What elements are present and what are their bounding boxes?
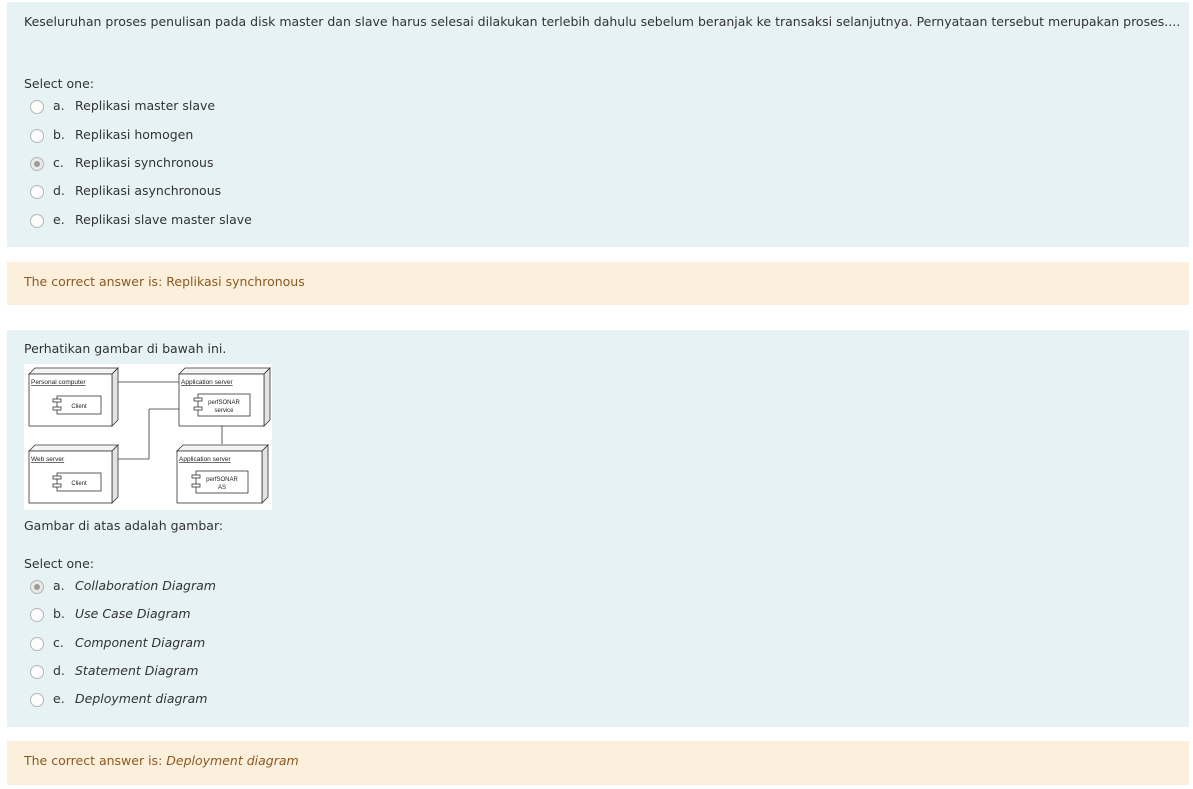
component-label: service	[214, 408, 234, 414]
radio-button[interactable]	[30, 214, 44, 228]
option-label: Statement Diagram	[75, 663, 199, 678]
option-letter: e.	[53, 691, 65, 706]
question-1-option-a[interactable]: a. Replikasi master slave	[30, 98, 430, 118]
radio-button[interactable]	[30, 100, 44, 114]
node-title: Web server	[31, 456, 65, 463]
feedback-answer: Deployment diagram	[166, 753, 299, 768]
option-label: Replikasi asynchronous	[75, 183, 222, 198]
deployment-diagram-image: Personal computer Client Application ser…	[24, 364, 272, 510]
radio-button-checked[interactable]	[30, 580, 44, 594]
option-label: Replikasi master slave	[75, 98, 216, 113]
radio-button[interactable]	[30, 637, 44, 651]
node-title: Application server	[179, 456, 231, 463]
option-label: Collaboration Diagram	[75, 578, 216, 593]
question-1-option-d[interactable]: d. Replikasi asynchronous	[30, 183, 430, 203]
radio-button[interactable]	[30, 665, 44, 679]
option-letter: e.	[53, 212, 65, 227]
option-label: Replikasi synchronous	[75, 155, 214, 170]
component-label: perfSONAR	[208, 400, 240, 406]
radio-button[interactable]	[30, 185, 44, 199]
question-1-text: Keseluruhan proses penulisan pada disk m…	[24, 14, 1181, 29]
radio-button-checked[interactable]	[30, 157, 44, 171]
option-label: Deployment diagram	[75, 691, 208, 706]
node-title: Application server	[181, 379, 233, 386]
option-label: Replikasi homogen	[75, 127, 194, 142]
question-2-option-e[interactable]: e. Deployment diagram	[30, 691, 430, 711]
option-letter: a.	[53, 578, 65, 593]
radio-button[interactable]	[30, 608, 44, 622]
diagram-svg: Personal computer Client Application ser…	[28, 367, 271, 504]
question-2-feedback: The correct answer is: Deployment diagra…	[7, 741, 1189, 785]
question-1-option-c[interactable]: c. Replikasi synchronous	[30, 155, 430, 175]
option-label: Use Case Diagram	[75, 606, 191, 621]
question-1-select-label: Select one:	[24, 76, 95, 91]
question-2-option-a[interactable]: a. Collaboration Diagram	[30, 578, 430, 598]
component-label: Client	[71, 404, 87, 410]
question-1-option-b[interactable]: b. Replikasi homogen	[30, 127, 430, 147]
feedback-text: The correct answer is: Replikasi synchro…	[24, 274, 305, 289]
question-1-box: Keseluruhan proses penulisan pada disk m…	[7, 2, 1189, 247]
option-label: Component Diagram	[75, 635, 206, 650]
question-2-select-label: Select one:	[24, 556, 95, 571]
option-letter: b.	[53, 606, 65, 621]
question-2-option-b[interactable]: b. Use Case Diagram	[30, 606, 430, 626]
feedback-answer: Replikasi synchronous	[166, 274, 305, 289]
option-letter: d.	[53, 183, 65, 198]
component-label: AS	[218, 485, 226, 491]
option-letter: c.	[53, 635, 64, 650]
option-letter: c.	[53, 155, 64, 170]
radio-button[interactable]	[30, 693, 44, 707]
option-letter: a.	[53, 98, 65, 113]
feedback-prefix: The correct answer is:	[24, 274, 163, 289]
node-title: Personal computer	[31, 379, 86, 386]
option-letter: b.	[53, 127, 65, 142]
question-1-option-e[interactable]: e. Replikasi slave master slave	[30, 212, 430, 232]
radio-button[interactable]	[30, 129, 44, 143]
question-2-box: Perhatikan gambar di bawah ini. Personal…	[7, 330, 1189, 727]
option-letter: d.	[53, 663, 65, 678]
component-label: Client	[71, 481, 87, 487]
question-1-feedback: The correct answer is: Replikasi synchro…	[7, 262, 1189, 305]
feedback-text: The correct answer is: Deployment diagra…	[24, 753, 299, 768]
option-label: Replikasi slave master slave	[75, 212, 252, 227]
question-2-prompt: Gambar di atas adalah gambar:	[24, 518, 224, 533]
question-2-option-d[interactable]: d. Statement Diagram	[30, 663, 430, 683]
question-2-text: Perhatikan gambar di bawah ini.	[24, 341, 227, 356]
component-label: perfSONAR	[206, 477, 238, 483]
feedback-prefix: The correct answer is:	[24, 753, 163, 768]
question-2-option-c[interactable]: c. Component Diagram	[30, 635, 430, 655]
